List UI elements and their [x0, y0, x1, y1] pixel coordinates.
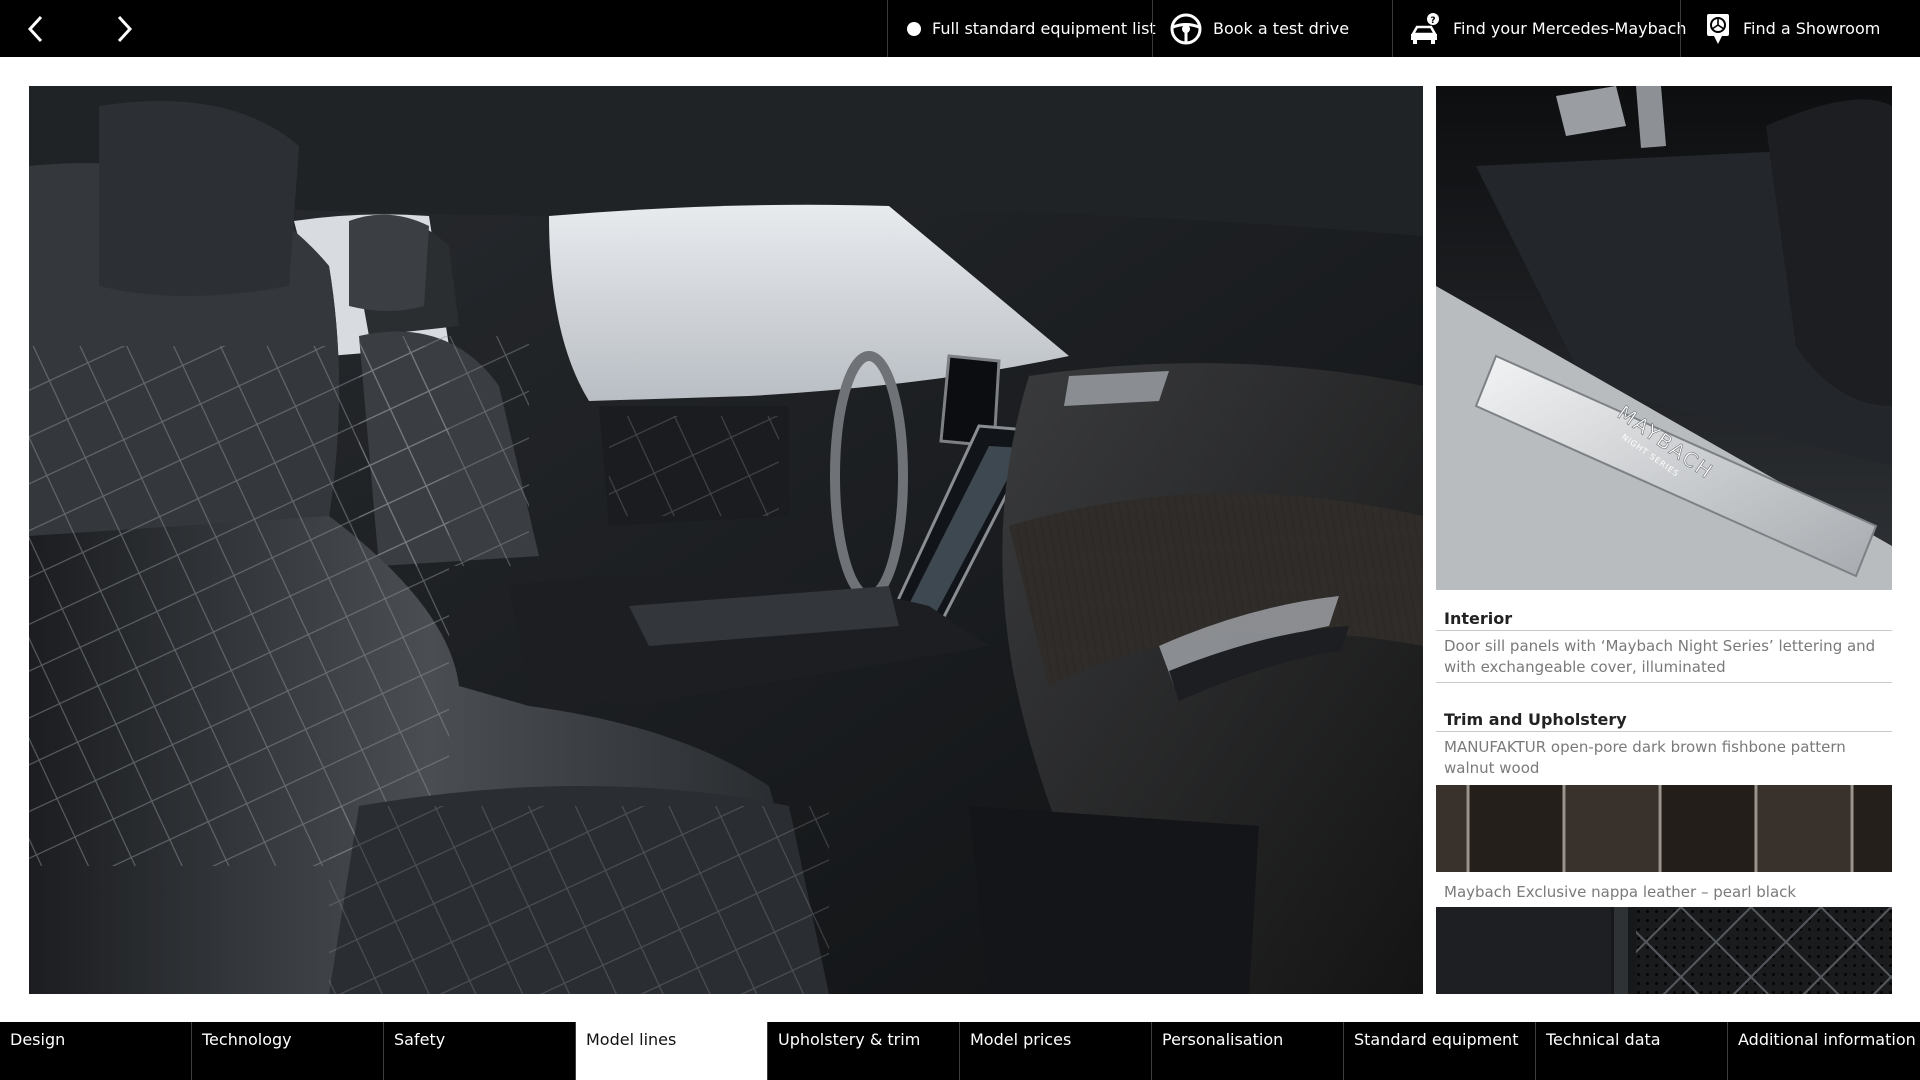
nav-safety[interactable]: Safety: [384, 1022, 576, 1080]
leather-description: Maybach Exclusive nappa leather – pearl …: [1444, 883, 1797, 901]
full-equipment-list-link[interactable]: Full standard equipment list: [887, 0, 1156, 57]
nav-technical-data[interactable]: Technical data: [1536, 1022, 1728, 1080]
nav-personalisation[interactable]: Personalisation: [1152, 1022, 1344, 1080]
previous-page-button[interactable]: [8, 0, 64, 57]
nav-model-prices[interactable]: Model prices: [960, 1022, 1152, 1080]
book-test-drive-label: Book a test drive: [1213, 19, 1350, 38]
book-test-drive-link[interactable]: Book a test drive: [1152, 0, 1392, 57]
chevron-right-icon: [117, 15, 133, 42]
steering-wheel-icon: [1169, 12, 1203, 46]
top-bar: Full standard equipment list Book a test…: [0, 0, 1920, 57]
wood-trim-description: MANUFAKTUR open-pore dark brown fishbone…: [1444, 738, 1846, 777]
nav-upholstery-trim[interactable]: Upholstery & trim: [768, 1022, 960, 1080]
find-mercedes-maybach-link[interactable]: ? Find your Mercedes-Maybach: [1392, 0, 1687, 57]
dot-icon: [906, 21, 922, 37]
interior-title: Interior: [1436, 607, 1892, 631]
svg-text:?: ?: [1430, 16, 1435, 26]
full-equipment-list-label: Full standard equipment list: [932, 19, 1156, 38]
nav-additional-information[interactable]: Additional information: [1728, 1022, 1920, 1080]
interior-main-photo: [29, 86, 1423, 994]
trim-section: Trim and Upholstery MANUFAKTUR open-pore…: [1436, 708, 1892, 783]
door-sill-photo: MAYBACH NIGHT SERIES: [1436, 86, 1892, 590]
find-showroom-label: Find a Showroom: [1743, 19, 1881, 38]
nav-technology[interactable]: Technology: [192, 1022, 384, 1080]
leather-swatch: [1436, 907, 1892, 994]
header-links: Full standard equipment list Book a test…: [887, 0, 1920, 57]
nav-model-lines[interactable]: Model lines: [576, 1022, 768, 1080]
location-pin-icon: [1703, 12, 1733, 46]
nav-standard-equipment[interactable]: Standard equipment: [1344, 1022, 1536, 1080]
nav-design[interactable]: Design: [0, 1022, 192, 1080]
chevron-left-icon: [27, 15, 43, 42]
interior-section: Interior Door sill panels with ‘Maybach …: [1436, 607, 1892, 683]
leather-section: Maybach Exclusive nappa leather – pearl …: [1436, 882, 1892, 907]
car-question-icon: ?: [1409, 12, 1443, 46]
interior-description: Door sill panels with ‘Maybach Night Ser…: [1436, 631, 1892, 683]
wood-trim-swatch: [1436, 785, 1892, 872]
trim-title: Trim and Upholstery: [1436, 708, 1892, 732]
find-showroom-link[interactable]: Find a Showroom: [1680, 0, 1920, 57]
find-mercedes-maybach-label: Find your Mercedes-Maybach: [1453, 19, 1687, 38]
bottom-navigation: Design Technology Safety Model lines Uph…: [0, 1022, 1920, 1080]
next-page-button[interactable]: [96, 0, 152, 57]
